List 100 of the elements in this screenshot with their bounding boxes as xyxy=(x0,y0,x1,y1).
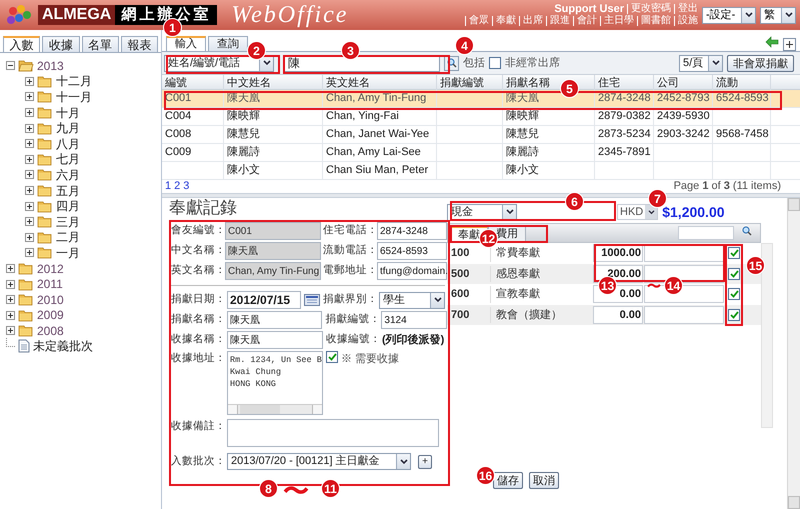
settings-select[interactable]: -設定- xyxy=(702,6,756,24)
tree-item[interactable]: 2008 xyxy=(37,322,64,340)
sidebar-tab[interactable]: 收據 xyxy=(42,36,80,52)
text-field[interactable]: 陳天凰 xyxy=(227,331,323,349)
language-select[interactable]: 繁 xyxy=(760,6,796,24)
expand-icon[interactable] xyxy=(25,170,34,180)
back-arrow-icon[interactable] xyxy=(765,36,779,48)
text-field[interactable]: C001 xyxy=(225,222,321,240)
main-tab[interactable]: 輸入 xyxy=(166,36,206,51)
non-member-donation-button[interactable]: 非會眾捐獻 xyxy=(727,54,794,72)
expand-icon[interactable] xyxy=(6,326,15,336)
text-field[interactable]: tfung@domain. xyxy=(377,262,447,280)
calendar-icon[interactable] xyxy=(304,294,320,306)
expand-icon[interactable] xyxy=(25,217,34,226)
tree-item[interactable]: 九月 xyxy=(56,119,80,138)
page-link[interactable]: 3 xyxy=(183,178,190,195)
tree-item[interactable]: 六月 xyxy=(56,166,80,184)
text-field[interactable]: 2874-3248 xyxy=(377,222,447,240)
table-row[interactable]: C009 陳麗詩 Chan, Amy Lai-See 陳麗詩 2345-7891 xyxy=(162,144,800,162)
currency-select[interactable]: HKD xyxy=(617,204,658,220)
horizontal-scrollbar[interactable] xyxy=(228,404,322,414)
cancel-button[interactable]: 取消 xyxy=(529,472,559,489)
tree-item[interactable]: 八月 xyxy=(56,134,80,153)
expand-icon[interactable] xyxy=(25,202,34,211)
text-field[interactable]: 6524-8593 xyxy=(377,242,447,260)
tree-item[interactable]: 2012 xyxy=(37,260,64,278)
callout-marker: 8 xyxy=(259,479,278,498)
sector-select[interactable]: 學生 xyxy=(379,292,445,308)
text-field[interactable]: 陳天凰 xyxy=(227,311,322,329)
date-field[interactable]: 2012/07/15 xyxy=(227,291,301,309)
page-link[interactable]: 2 xyxy=(174,178,180,195)
expand-icon[interactable] xyxy=(25,154,34,164)
tree-item[interactable]: 未定義批次 xyxy=(33,337,93,356)
item-search-field[interactable] xyxy=(678,226,734,240)
expand-icon[interactable] xyxy=(6,295,15,304)
tree-item[interactable]: 一月 xyxy=(56,244,80,262)
expand-icon[interactable] xyxy=(25,248,34,258)
page-summary: Page 1 of 3 (11 items) xyxy=(674,179,781,194)
text-field[interactable]: 陳天凰 xyxy=(225,242,321,260)
expand-icon[interactable] xyxy=(6,264,15,274)
expand-icon[interactable] xyxy=(25,186,34,196)
item-name: 常費奉獻 xyxy=(495,246,541,261)
tree-item[interactable]: 三月 xyxy=(56,212,80,231)
field-label: 捐獻界別： xyxy=(323,292,376,308)
table-cell: 陳慧兒 xyxy=(224,126,323,143)
batch-select[interactable]: 2013/07/20 - [00121] 主日獻金 xyxy=(227,453,411,470)
tree-item[interactable]: 四月 xyxy=(56,197,80,216)
tree-item[interactable]: 七月 xyxy=(56,150,80,168)
expand-icon[interactable] xyxy=(25,76,34,86)
table-cell: 2903-3242 xyxy=(654,126,713,143)
add-batch-button[interactable]: + xyxy=(418,454,432,468)
field-label: 流動電話： xyxy=(323,243,376,258)
expand-icon[interactable] xyxy=(25,92,34,102)
sidebar-tab[interactable]: 名單 xyxy=(82,36,119,52)
tree-item[interactable]: 2011 xyxy=(37,275,63,294)
address-textarea[interactable]: Rm. 1234, Un See B Kwai Chung HONG KONG xyxy=(227,351,323,415)
folder-icon xyxy=(18,308,34,322)
callout-marker: 4 xyxy=(455,36,474,55)
save-button[interactable]: 儲存 xyxy=(493,472,523,489)
tree-item[interactable]: 十二月 xyxy=(56,72,92,90)
tree-item[interactable]: 十月 xyxy=(56,104,80,122)
text-field[interactable]: 3124 xyxy=(381,311,447,329)
search-icon xyxy=(446,58,456,68)
expand-icon[interactable] xyxy=(6,280,15,289)
dropdown-caret-icon xyxy=(781,8,795,22)
sidebar-tab[interactable]: 報表 xyxy=(120,36,158,52)
note-field[interactable] xyxy=(644,306,724,324)
expand-icon[interactable] xyxy=(25,124,34,133)
amount-field[interactable]: 0.00 xyxy=(593,306,643,324)
expand-icon[interactable] xyxy=(6,310,15,320)
checkbox[interactable] xyxy=(728,268,740,280)
payment-method-select[interactable]: 現金 xyxy=(447,204,517,220)
page-size-select[interactable]: 5/頁 xyxy=(679,54,723,72)
table-cell: 陳麗詩 xyxy=(224,144,323,161)
expand-icon[interactable] xyxy=(25,108,34,118)
tree-item[interactable]: 十一月 xyxy=(56,88,92,106)
page-link[interactable]: 1 xyxy=(165,178,172,195)
table-row[interactable]: C008 陳慧兒 Chan, Janet Wai-Yee 陳慧兒 2873-5234 2903-3242 9568-7458 xyxy=(162,126,800,144)
checkbox[interactable] xyxy=(728,308,740,321)
table-row[interactable]: 陳小文 Chan Siu Man, Peter 陳小文 xyxy=(162,162,800,180)
text-field[interactable]: Chan, Amy Tin-Fung xyxy=(225,262,321,280)
tree-item[interactable]: 2013 xyxy=(37,56,64,75)
add-tab-icon[interactable] xyxy=(783,38,796,51)
main-tab[interactable]: 查詢 xyxy=(208,36,248,51)
page-scrollbar[interactable] xyxy=(787,198,800,509)
collapse-icon[interactable] xyxy=(6,61,15,70)
tree-item[interactable]: 五月 xyxy=(56,182,80,200)
sidebar-tab[interactable]: 入數 xyxy=(3,36,40,52)
tree-item[interactable]: 二月 xyxy=(56,228,80,246)
checkbox[interactable] xyxy=(728,288,740,300)
search-icon[interactable] xyxy=(742,226,752,236)
checkbox[interactable] xyxy=(489,57,501,69)
checkbox[interactable] xyxy=(326,351,338,363)
include-label: 包括 xyxy=(463,56,485,71)
tree-item[interactable]: 2009 xyxy=(37,306,64,324)
tree-item[interactable]: 2010 xyxy=(37,290,64,309)
list-scrollbar[interactable] xyxy=(761,243,773,428)
checkbox[interactable] xyxy=(728,247,740,260)
expand-icon[interactable] xyxy=(25,232,34,242)
expand-icon[interactable] xyxy=(25,139,34,148)
